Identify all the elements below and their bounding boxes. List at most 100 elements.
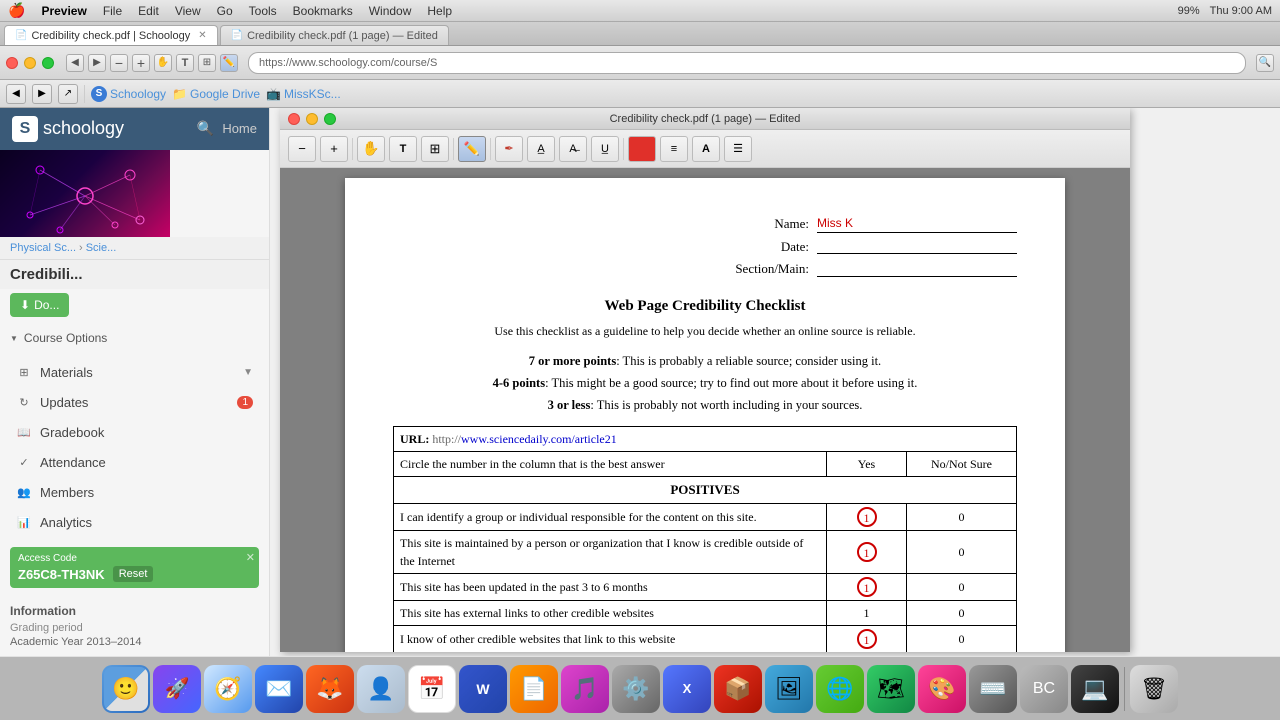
hand-tool[interactable]: ✋ [154, 54, 172, 72]
menu-preview[interactable]: Preview [41, 4, 86, 18]
pos-row-1: I can identify a group or individual res… [394, 503, 1017, 530]
menu-bookmarks[interactable]: Bookmarks [293, 4, 353, 18]
tab-close-icon[interactable]: ✕ [198, 30, 206, 41]
preview-font-btn[interactable]: A [692, 136, 720, 162]
nav-arrow-select[interactable]: ↗ [58, 84, 78, 104]
date-field[interactable] [817, 238, 1017, 254]
minimize-button[interactable] [24, 57, 36, 69]
forward-button[interactable]: ▶ [88, 54, 106, 72]
preview-align-btn[interactable]: ≡ [660, 136, 688, 162]
name-value: Miss K [817, 214, 853, 232]
grading-period-value: Academic Year 2013–2014 [10, 636, 259, 648]
dock-bootcamp[interactable]: BC [1020, 665, 1068, 713]
dock-pages[interactable]: 📄 [510, 665, 558, 713]
dock-mail[interactable]: ✉️ [255, 665, 303, 713]
close-button[interactable] [6, 57, 18, 69]
text-tool[interactable]: T [176, 54, 194, 72]
pdf-title: Web Page Credibility Checklist [393, 295, 1017, 318]
pdf-content-area[interactable]: Name: Miss K Date: [280, 168, 1130, 652]
dock-ps[interactable]: 🎨 [918, 665, 966, 713]
pdf-subtitle: Use this checklist as a guideline to hel… [393, 322, 1017, 340]
dock-maps[interactable]: 🗺 [867, 665, 915, 713]
dock-word[interactable]: W [459, 665, 507, 713]
dock-terminal[interactable]: 💻 [1071, 665, 1119, 713]
missksc-link[interactable]: 📺 MissKSc... [266, 87, 341, 101]
menu-view[interactable]: View [175, 4, 201, 18]
nav-forward[interactable]: ▶ [32, 84, 52, 104]
dock-safari[interactable]: 🧭 [204, 665, 252, 713]
download-button[interactable]: ⬇ Do... [10, 293, 69, 317]
dock-launchpad[interactable]: 🚀 [153, 665, 201, 713]
menu-help[interactable]: Help [427, 4, 452, 18]
name-field[interactable]: Miss K [817, 214, 1017, 233]
dock-finder[interactable]: 🙂 [102, 665, 150, 713]
preview-minimize[interactable] [306, 113, 318, 125]
dock-trash[interactable]: 🗑 [1130, 665, 1178, 713]
schoology-logo-link[interactable]: S Schoology [91, 86, 166, 102]
dock-chrome[interactable]: 🌐 [816, 665, 864, 713]
second-tab[interactable]: 📄 Credibility check.pdf (1 page) — Edite… [220, 25, 449, 45]
preview-underline-btn[interactable]: U̲ [591, 136, 619, 162]
annotate-tool[interactable]: ✏️ [220, 54, 238, 72]
nav-back[interactable]: ◀ [6, 84, 26, 104]
active-tab[interactable]: 📄 Credibility check.pdf | Schoology ✕ [4, 25, 218, 45]
header-home-link[interactable]: Home [222, 121, 257, 136]
preview-zoom-in-btn[interactable]: + [320, 136, 348, 162]
course-options-toggle[interactable]: ▼ Course Options [10, 327, 259, 349]
dock-keyboard[interactable]: ⌨️ [969, 665, 1017, 713]
menu-file[interactable]: File [103, 4, 122, 18]
preview-hand-btn[interactable]: ✋ [357, 136, 385, 162]
preview-titlebar: Credibility check.pdf (1 page) — Edited [280, 108, 1130, 130]
breadcrumb-item-2[interactable]: Scie... [86, 242, 117, 254]
sidebar-item-analytics[interactable]: 📊 Analytics [0, 507, 269, 537]
preview-strikethrough-btn[interactable]: A̶ [559, 136, 587, 162]
sidebar-item-members[interactable]: 👥 Members [0, 477, 269, 507]
dock-xcode[interactable]: X [663, 665, 711, 713]
sidebar-menu: ⊞ Materials ▼ ↻ Updates 1 📖 Gradebook [0, 355, 269, 539]
menu-go[interactable]: Go [217, 4, 233, 18]
menu-window[interactable]: Window [369, 4, 412, 18]
preview-text-btn[interactable]: T [389, 136, 417, 162]
preview-zoom-out-btn[interactable]: − [288, 136, 316, 162]
dock-settings[interactable]: ⚙️ [612, 665, 660, 713]
sidebar-item-updates[interactable]: ↻ Updates 1 [0, 387, 269, 417]
back-button[interactable]: ◀ [66, 54, 84, 72]
search-button[interactable]: 🔍 [1256, 54, 1274, 72]
crop-tool[interactable]: ⊞ [198, 54, 216, 72]
sidebar-item-attendance[interactable]: ✓ Attendance [0, 447, 269, 477]
page-title: Credibili... [0, 260, 269, 289]
preview-color-btn[interactable] [628, 136, 656, 162]
pdf-scoring-guide: 7 or more points: This is probably a rel… [393, 352, 1017, 414]
dock-rar[interactable]: 📦 [714, 665, 762, 713]
access-code-reset-btn[interactable]: Reset [113, 566, 154, 582]
breadcrumb-item-1[interactable]: Physical Sc... [10, 242, 76, 254]
preview-list-btn[interactable]: ☰ [724, 136, 752, 162]
date-field-row: Date: [781, 237, 1017, 257]
preview-maximize[interactable] [324, 113, 336, 125]
google-drive-link[interactable]: 📁 Google Drive [172, 87, 260, 101]
address-bar[interactable]: https://www.schoology.com/course/S [248, 52, 1246, 74]
zoom-in-button[interactable]: + [132, 54, 150, 72]
url-link[interactable]: www.sciencedaily.com/article21 [461, 432, 617, 446]
dock-firefox[interactable]: 🦊 [306, 665, 354, 713]
preview-annotate-btn[interactable]: ✏️ [458, 136, 486, 162]
dock-calendar[interactable]: 📅 [408, 665, 456, 713]
dock-contacts[interactable]: 👤 [357, 665, 405, 713]
preview-close[interactable] [288, 113, 300, 125]
dock-preview[interactable]: 🖼 [765, 665, 813, 713]
section-field[interactable] [817, 261, 1017, 277]
sidebar-item-materials[interactable]: ⊞ Materials ▼ [0, 357, 269, 387]
zoom-out-button[interactable]: − [110, 54, 128, 72]
header-search-icon[interactable]: 🔍 [197, 120, 214, 137]
access-code-close[interactable]: ✕ [246, 551, 255, 564]
maximize-button[interactable] [42, 57, 54, 69]
sidebar-item-gradebook[interactable]: 📖 Gradebook [0, 417, 269, 447]
preview-crop-btn[interactable]: ⊞ [421, 136, 449, 162]
dock-itunes[interactable]: 🎵 [561, 665, 609, 713]
preview-pen-btn[interactable]: ✒ [495, 136, 523, 162]
menu-tools[interactable]: Tools [249, 4, 277, 18]
menu-edit[interactable]: Edit [138, 4, 159, 18]
apple-menu[interactable]: 🍎 [8, 2, 25, 19]
pos-row-4: This site has external links to other cr… [394, 600, 1017, 625]
preview-highlight-btn[interactable]: A̲ [527, 136, 555, 162]
